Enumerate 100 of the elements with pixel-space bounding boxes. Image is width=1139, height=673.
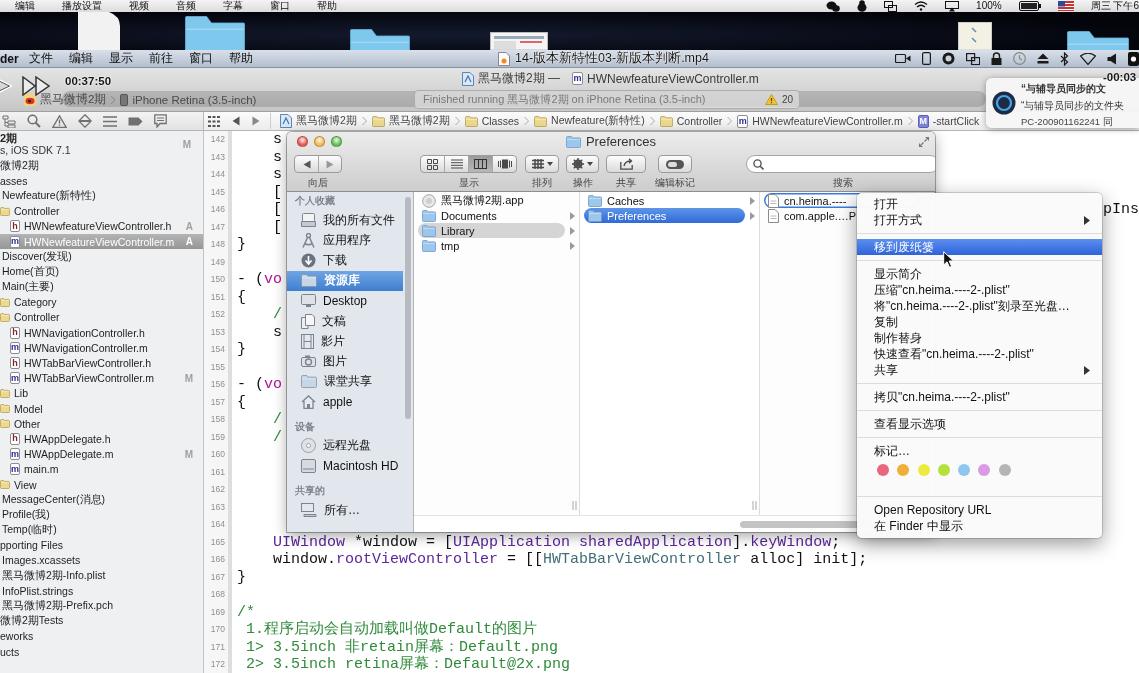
breadcrumb-item[interactable]: M -startClick xyxy=(917,114,980,128)
navigator-item[interactable]: Lib xyxy=(0,385,203,401)
navigator-item[interactable]: View xyxy=(0,476,203,493)
navigator-item[interactable]: Other xyxy=(0,416,203,432)
zoom-button[interactable] xyxy=(331,136,342,147)
menu-item[interactable]: 打开 xyxy=(857,196,1102,212)
menu-item[interactable]: 将"cn.heima.----2-.plist"刻录至光盘… xyxy=(857,298,1102,314)
navigator-item[interactable]: h HWTabBarViewController.h xyxy=(0,355,203,371)
navigator-item[interactable]: InfoPlist.strings xyxy=(0,583,203,599)
forward-arrow-icon[interactable] xyxy=(252,116,260,126)
fullscreen-icon[interactable] xyxy=(919,136,929,147)
breadcrumb-item[interactable]: Newfeature(新特性) xyxy=(534,114,645,128)
tag-color-dot[interactable] xyxy=(978,464,991,476)
breadcrumb-item[interactable]: m HWNewfeatureViewController.m xyxy=(737,114,903,128)
file-item[interactable]: Library xyxy=(418,223,565,239)
menu-item[interactable]: 音频 xyxy=(176,0,196,12)
edit-tags-button[interactable] xyxy=(658,155,692,173)
column-resize-handle-icon[interactable] xyxy=(752,501,757,510)
menu-item[interactable]: 窗口 xyxy=(188,51,213,66)
tag-color-dot[interactable] xyxy=(897,464,910,476)
sidebar-item[interactable]: 课堂共享 xyxy=(287,371,403,392)
navigator-item[interactable]: m HWAppDelegate.m M xyxy=(0,446,203,462)
navigator-item[interactable]: m HWNavigationController.m xyxy=(0,340,203,356)
menu-item[interactable]: 压缩"cn.heima.----2-.plist" xyxy=(857,282,1102,298)
menu-item[interactable]: 字幕 xyxy=(223,0,243,12)
arrange-button[interactable] xyxy=(525,155,559,173)
navigator-item[interactable]: Images.xcassets xyxy=(0,552,203,569)
navigator-item[interactable]: 黑马微博2期-Prefix.pch xyxy=(0,598,203,614)
sidebar-item[interactable]: 下载 xyxy=(287,250,403,271)
tag-color-dot[interactable] xyxy=(877,464,889,476)
speech-bubble-icon[interactable] xyxy=(154,114,167,128)
navigator-item[interactable]: Model xyxy=(0,401,203,417)
menu-item[interactable]: 播放设置 xyxy=(62,0,102,12)
navigator-item[interactable]: Home(首页) xyxy=(0,264,203,280)
back-arrow-icon[interactable] xyxy=(232,116,240,126)
navigator-item[interactable]: h HWNewfeatureViewController.h A xyxy=(0,218,203,234)
device-name[interactable]: iPhone Retina (3.5-inch) xyxy=(132,93,257,106)
navigator-item[interactable]: asses xyxy=(0,173,203,189)
menu-item[interactable]: 打开方式 xyxy=(857,212,1102,228)
menu-item[interactable]: 移到废纸篓 xyxy=(857,239,1102,255)
navigator-item[interactable]: Category xyxy=(0,294,203,310)
action-button[interactable] xyxy=(566,155,599,173)
grid-icon[interactable] xyxy=(208,115,220,127)
search-field[interactable] xyxy=(746,155,935,173)
navigator-item[interactable]: m HWNewfeatureViewController.m A xyxy=(0,233,203,250)
scheme-name[interactable]: 黑马微博2期 xyxy=(40,92,107,107)
tag-color-dot[interactable] xyxy=(917,464,930,476)
navigator-item[interactable]: Discover(发现) xyxy=(0,249,203,265)
menu-item[interactable]: 快速查看"cn.heima.----2-.plist" xyxy=(857,346,1102,362)
search-icon[interactable] xyxy=(27,114,41,128)
sidebar-item[interactable]: 所有… xyxy=(287,500,403,521)
tag-color-dot[interactable] xyxy=(937,464,950,476)
menu-item[interactable]: 复制 xyxy=(857,314,1102,330)
menu-item[interactable]: 共享 xyxy=(857,362,1102,378)
file-item[interactable]: 黑马微博2期.app xyxy=(418,193,565,209)
app-menu[interactable]: der xyxy=(0,51,19,66)
menu-item[interactable]: 窗口 xyxy=(270,0,290,12)
tag-color-dot[interactable] xyxy=(958,464,971,476)
navigator-item[interactable]: ucts xyxy=(0,644,203,660)
file-item[interactable]: Caches xyxy=(584,193,745,209)
breadcrumb-item[interactable]: 黑马微博2期 xyxy=(371,114,450,128)
hierarchy-icon[interactable] xyxy=(2,114,16,128)
column-resize-handle-icon[interactable] xyxy=(572,501,577,510)
navigator-item[interactable]: 黑马微博2期-Info.plist xyxy=(0,568,203,584)
menu-item[interactable]: 显示 xyxy=(108,51,133,66)
navigator-item[interactable]: h HWAppDelegate.h xyxy=(0,431,203,447)
menu-item[interactable]: 查看显示选项 xyxy=(857,416,1102,432)
menu-item[interactable]: 帮助 xyxy=(228,51,253,66)
navigator-item[interactable]: m HWTabBarViewController.m M xyxy=(0,370,203,386)
tag-icon[interactable] xyxy=(128,116,143,126)
navigator-item[interactable]: Controller xyxy=(0,203,203,219)
menu-item[interactable]: 制作替身 xyxy=(857,330,1102,346)
breadcrumb-item[interactable]: Controller xyxy=(659,115,723,127)
navigator-item[interactable]: h HWNavigationController.h xyxy=(0,325,203,341)
minimize-button[interactable] xyxy=(314,136,325,147)
navigator-item[interactable]: 微博2期 xyxy=(0,158,203,174)
navigator-item[interactable]: Temp(临时) xyxy=(0,522,203,538)
sidebar-item[interactable]: Desktop xyxy=(287,290,403,311)
sidebar-item[interactable]: Macintosh HD xyxy=(287,456,403,477)
navigator-item[interactable]: Profile(我) xyxy=(0,507,203,523)
navigator-item[interactable]: 微博2期Tests xyxy=(0,613,203,629)
navigator-item[interactable]: eworks xyxy=(0,628,203,644)
sidebar-item[interactable]: 影片 xyxy=(287,331,403,352)
vertical-scrollbar[interactable] xyxy=(405,197,411,419)
file-item[interactable]: Documents xyxy=(418,208,565,224)
menu-item[interactable]: 前往 xyxy=(148,51,173,66)
navigator-item[interactable]: pporting Files xyxy=(0,537,203,553)
menu-item[interactable]: 编辑 xyxy=(68,51,93,66)
sidebar-item[interactable]: 远程光盘 xyxy=(287,435,403,457)
view-mode-button[interactable] xyxy=(468,156,492,172)
sidebar-item[interactable]: 图片 xyxy=(287,351,403,372)
menu-item[interactable]: 编辑 xyxy=(15,0,35,12)
file-item[interactable]: Preferences xyxy=(584,208,745,224)
warning-icon[interactable] xyxy=(52,114,67,128)
menu-item[interactable]: 在 Finder 中显示 xyxy=(857,518,1102,534)
sidebar-item[interactable]: 文稿 xyxy=(287,310,403,332)
breadcrumb-item[interactable]: 黑马微博2期 xyxy=(280,114,357,128)
menu-item[interactable]: 文件 xyxy=(28,51,53,66)
menu-item[interactable]: 视频 xyxy=(129,0,149,12)
menu-item[interactable]: 拷贝"cn.heima.----2-.plist" xyxy=(857,389,1102,405)
